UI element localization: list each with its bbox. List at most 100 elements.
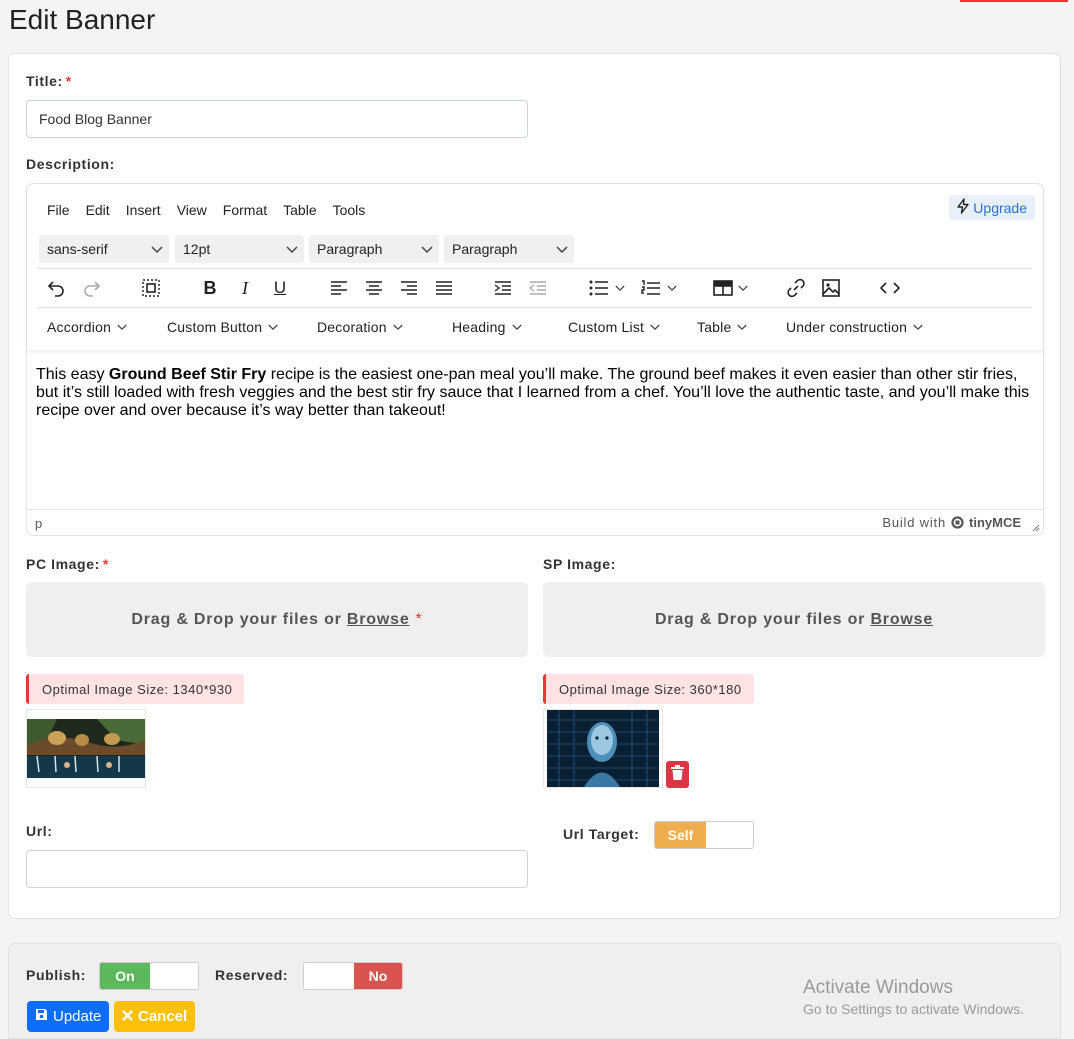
- undo-icon[interactable]: [43, 276, 69, 300]
- reserved-toggle[interactable]: No: [303, 962, 403, 990]
- menu-tools[interactable]: Tools: [325, 198, 374, 222]
- menu-view[interactable]: View: [169, 198, 215, 222]
- link-icon[interactable]: [783, 276, 809, 300]
- menu-decoration[interactable]: Decoration: [317, 319, 403, 335]
- font-family-select[interactable]: sans-serif: [39, 235, 169, 263]
- menu-file[interactable]: File: [39, 198, 78, 222]
- menu-accordion[interactable]: Accordion: [47, 319, 127, 335]
- close-icon: [122, 1008, 133, 1025]
- redo-icon[interactable]: [79, 276, 105, 300]
- image-icon[interactable]: [818, 276, 844, 300]
- cancel-label: Cancel: [138, 1008, 188, 1025]
- tinymce-branding[interactable]: Build with tinyMCE: [882, 515, 1021, 530]
- underline-icon[interactable]: U: [267, 276, 293, 300]
- toolbar-divider-2: [37, 307, 1032, 308]
- menu-under-construction-label: Under construction: [786, 319, 908, 335]
- url-target-toggle[interactable]: Self: [654, 821, 754, 849]
- font-size-select[interactable]: 12pt: [175, 235, 304, 263]
- pc-browse-link[interactable]: Browse: [347, 611, 410, 629]
- menu-custom-button-label: Custom Button: [167, 319, 263, 335]
- cancel-button[interactable]: Cancel: [114, 1001, 196, 1032]
- sp-optimal-size-note: Optimal Image Size: 360*180: [543, 674, 754, 704]
- publish-off-side: [150, 963, 198, 989]
- description-label: Description:: [26, 156, 115, 172]
- block-format-select[interactable]: Paragraph: [309, 235, 439, 263]
- upgrade-label: Upgrade: [973, 199, 1027, 216]
- code-icon[interactable]: [877, 276, 903, 300]
- url-target-self: Self: [655, 822, 706, 848]
- menu-decoration-label: Decoration: [317, 319, 387, 335]
- font-size-value: 12pt: [183, 241, 211, 257]
- menu-table-2[interactable]: Table: [697, 319, 748, 335]
- indent-icon[interactable]: [490, 276, 516, 300]
- sp-browse-link[interactable]: Browse: [870, 611, 933, 629]
- form-card: Title: * Food Blog Banner Description: Fi…: [8, 53, 1061, 919]
- pc-optimal-size-note: Optimal Image Size: 1340*930: [26, 674, 245, 704]
- publish-label: Publish:: [26, 967, 87, 983]
- menu-accordion-label: Accordion: [47, 319, 112, 335]
- editor-menubar: File Edit Insert View Format Table Tools: [39, 198, 373, 222]
- content-bold-text: Ground Beef Stir Fry: [108, 366, 267, 383]
- element-path[interactable]: p: [35, 516, 42, 531]
- numbered-list-icon[interactable]: [636, 276, 682, 300]
- pc-image-label: PC Image: *: [26, 556, 109, 572]
- required-mark: *: [65, 73, 72, 89]
- reserved-label: Reserved:: [215, 967, 289, 983]
- sp-image-dropzone[interactable]: Drag & Drop your files or Browse: [543, 582, 1045, 657]
- required-mark: *: [415, 610, 423, 628]
- font-family-value: sans-serif: [47, 241, 108, 257]
- italic-icon[interactable]: I: [232, 276, 258, 300]
- top-accent-bar: [960, 0, 1068, 2]
- activate-windows-subtitle: Go to Settings to activate Windows.: [803, 1001, 1024, 1017]
- editor-content[interactable]: This easy Ground Beef Stir Fry recipe is…: [36, 366, 1036, 420]
- pc-image-label-text: PC Image:: [26, 556, 100, 572]
- bullet-list-icon[interactable]: [584, 276, 630, 300]
- url-target-off-side: [706, 822, 753, 848]
- url-target-label: Url Target:: [563, 826, 640, 842]
- sp-image-thumbnail: [543, 709, 663, 788]
- trash-icon: [671, 764, 684, 785]
- menu-custom-button[interactable]: Custom Button: [167, 319, 278, 335]
- url-label: Url:: [26, 823, 53, 839]
- update-button[interactable]: Update: [27, 1001, 110, 1032]
- lightning-icon: [955, 198, 971, 217]
- align-justify-icon[interactable]: [431, 276, 457, 300]
- branding-name: tinyMCE: [969, 515, 1021, 530]
- resize-handle-icon[interactable]: [1030, 520, 1040, 535]
- page-title: Edit Banner: [9, 4, 156, 35]
- sp-drop-text: Drag & Drop your files or: [654, 610, 866, 628]
- block-format-select-2[interactable]: Paragraph: [444, 235, 574, 263]
- chevron-down-icon: [286, 241, 298, 257]
- chevron-down-icon: [268, 324, 278, 330]
- url-input[interactable]: [26, 850, 528, 888]
- publish-on: On: [100, 963, 150, 989]
- upgrade-button[interactable]: Upgrade: [949, 195, 1035, 220]
- chevron-down-icon: [151, 241, 163, 257]
- align-left-icon[interactable]: [326, 276, 352, 300]
- pc-image-dropzone[interactable]: Drag & Drop your files or Browse *: [26, 582, 528, 657]
- align-center-icon[interactable]: [361, 276, 387, 300]
- publish-toggle[interactable]: On: [99, 962, 199, 990]
- chevron-down-icon: [667, 285, 677, 291]
- menu-table-2-label: Table: [697, 319, 732, 335]
- chevron-down-icon: [615, 285, 625, 291]
- chevron-down-icon: [117, 324, 127, 330]
- menu-format[interactable]: Format: [215, 198, 275, 222]
- activate-windows-title: Activate Windows: [803, 977, 953, 998]
- title-input[interactable]: Food Blog Banner: [26, 100, 528, 138]
- block-format-value-2: Paragraph: [452, 241, 518, 257]
- menu-insert[interactable]: Insert: [118, 198, 169, 222]
- chevron-down-icon: [556, 241, 568, 257]
- menu-under-construction[interactable]: Under construction: [786, 319, 923, 335]
- outdent-icon[interactable]: [525, 276, 551, 300]
- menu-custom-list[interactable]: Custom List: [568, 319, 660, 335]
- menu-heading[interactable]: Heading: [452, 319, 522, 335]
- rich-text-editor: File Edit Insert View Format Table Tools…: [26, 183, 1044, 536]
- bold-icon[interactable]: B: [197, 276, 223, 300]
- select-all-icon[interactable]: [138, 276, 164, 300]
- table-icon[interactable]: [710, 276, 750, 300]
- menu-edit[interactable]: Edit: [78, 198, 118, 222]
- menu-table[interactable]: Table: [275, 198, 324, 222]
- align-right-icon[interactable]: [396, 276, 422, 300]
- sp-image-delete-button[interactable]: [666, 761, 689, 788]
